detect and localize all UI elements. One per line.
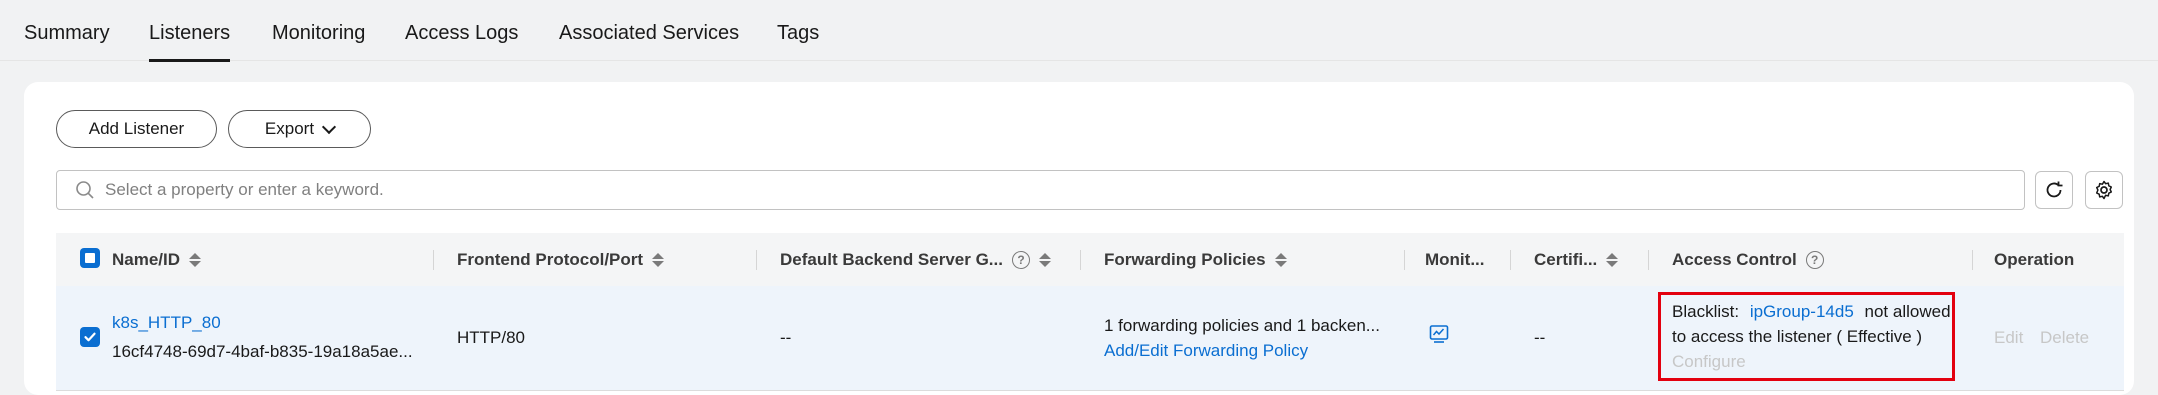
tab-access-logs[interactable]: Access Logs	[405, 22, 518, 45]
column-forwarding-label: Forwarding Policies	[1104, 249, 1266, 269]
search-icon	[75, 180, 95, 200]
search-box[interactable]	[56, 170, 2025, 210]
column-divider	[1080, 250, 1081, 270]
column-frontend[interactable]: Frontend Protocol/Port	[457, 233, 665, 286]
column-operation: Operation	[1994, 233, 2074, 286]
checkmark-icon	[84, 332, 96, 342]
delete-link[interactable]: Delete	[2040, 328, 2089, 348]
tab-summary[interactable]: Summary	[24, 22, 110, 45]
forwarding-summary: 1 forwarding policies and 1 backen...	[1104, 316, 1380, 335]
refresh-icon	[2043, 179, 2065, 201]
help-icon[interactable]: ?	[1011, 250, 1030, 269]
certificate-value: --	[1534, 328, 1546, 347]
listener-id: 16cf4748-69d7-4baf-b835-19a18a5ae...	[112, 342, 413, 361]
add-listener-button[interactable]: Add Listener	[56, 110, 217, 148]
column-monitoring: Monit...	[1425, 233, 1484, 286]
add-edit-forwarding-policy-link[interactable]: Add/Edit Forwarding Policy	[1104, 341, 1308, 361]
column-divider	[433, 250, 434, 270]
sort-icon[interactable]	[652, 252, 665, 267]
column-monitoring-label: Monit...	[1425, 249, 1485, 269]
tab-associated-services[interactable]: Associated Services	[559, 22, 739, 45]
monitoring-icon[interactable]	[1429, 324, 1449, 344]
add-listener-label: Add Listener	[88, 119, 185, 138]
tab-listeners[interactable]: Listeners	[149, 22, 231, 62]
column-access-control: Access Control ?	[1672, 233, 1824, 286]
listener-name-link[interactable]: k8s_HTTP_80	[112, 313, 221, 333]
column-forwarding[interactable]: Forwarding Policies	[1104, 233, 1287, 286]
sort-icon[interactable]	[189, 252, 202, 267]
tab-tags[interactable]: Tags	[777, 22, 819, 45]
column-name-id[interactable]: Name/ID	[112, 233, 202, 286]
tab-monitoring[interactable]: Monitoring	[272, 22, 365, 45]
column-backend-group[interactable]: Default Backend Server G... ?	[780, 233, 1051, 286]
column-divider	[1404, 250, 1405, 270]
edit-link[interactable]: Edit	[1994, 328, 2023, 348]
backend-server-group-value: --	[780, 328, 792, 347]
sort-icon[interactable]	[1606, 252, 1619, 267]
column-divider	[1510, 250, 1511, 270]
column-backend-group-label: Default Backend Server G...	[780, 249, 1003, 269]
column-operation-label: Operation	[1994, 249, 2075, 269]
export-label: Export	[264, 119, 315, 138]
select-all-checkbox[interactable]	[80, 248, 100, 268]
highlight-box	[1658, 292, 1955, 381]
refresh-button[interactable]	[2035, 171, 2073, 209]
search-input[interactable]	[103, 179, 1907, 201]
sort-icon[interactable]	[1038, 252, 1051, 267]
column-divider	[1972, 250, 1973, 270]
column-divider	[756, 250, 757, 270]
column-certificate[interactable]: Certifi...	[1534, 233, 1619, 286]
column-certificate-label: Certifi...	[1534, 249, 1598, 269]
row-checkbox[interactable]	[80, 327, 100, 347]
column-name-id-label: Name/ID	[112, 249, 181, 269]
gear-icon	[2093, 179, 2115, 201]
column-frontend-label: Frontend Protocol/Port	[457, 249, 644, 269]
tab-bar: Summary Listeners Monitoring Access Logs…	[0, 0, 2158, 62]
column-divider	[1648, 250, 1649, 270]
chevron-down-icon	[321, 119, 337, 134]
column-access-control-label: Access Control	[1672, 249, 1797, 269]
export-button[interactable]: Export	[228, 110, 371, 148]
sort-icon[interactable]	[1274, 252, 1287, 267]
frontend-protocol-port: HTTP/80	[457, 328, 526, 347]
help-icon[interactable]: ?	[1805, 250, 1824, 269]
settings-button[interactable]	[2085, 171, 2123, 209]
indeterminate-icon	[85, 253, 95, 263]
